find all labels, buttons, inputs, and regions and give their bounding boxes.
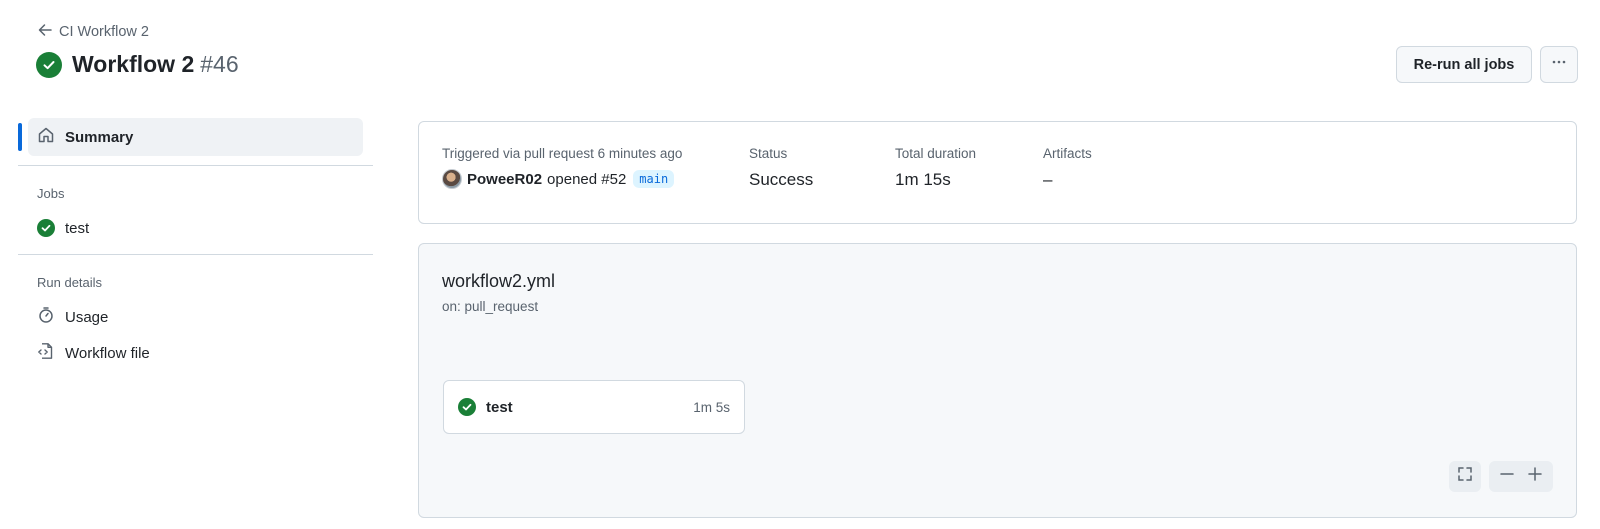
sidebar-item-label: Summary xyxy=(65,128,134,146)
check-circle-icon xyxy=(36,51,62,78)
back-link-label: CI Workflow 2 xyxy=(59,24,149,40)
workflow-graph: workflow2.yml on: pull_request test 1m 5… xyxy=(418,243,1577,518)
branch-badge[interactable]: main xyxy=(633,170,675,188)
duration-label: Total duration xyxy=(895,146,977,161)
page-title: Workflow 2 #46 xyxy=(72,51,239,78)
run-summary-card: Triggered via pull request 6 minutes ago… xyxy=(418,121,1577,224)
job-name: test xyxy=(486,398,513,416)
workflow-trigger: on: pull_request xyxy=(442,299,539,314)
sidebar-item-summary[interactable]: Summary xyxy=(18,118,363,156)
check-circle-icon xyxy=(37,219,55,237)
kebab-horizontal-icon xyxy=(1551,54,1567,75)
artifacts-label: Artifacts xyxy=(1043,146,1092,161)
more-options-button[interactable] xyxy=(1540,46,1578,83)
duration-column: Total duration 1m 15s xyxy=(895,146,976,190)
page-title-row: Workflow 2 #46 xyxy=(36,51,239,78)
trigger-label: Triggered via pull request 6 minutes ago xyxy=(442,146,683,161)
status-column: Status Success xyxy=(749,146,813,190)
fullscreen-icon xyxy=(1457,466,1473,487)
sidebar-item-label: Usage xyxy=(65,308,109,326)
fullscreen-button[interactable] xyxy=(1449,461,1481,492)
user-link[interactable]: PoweeR02 xyxy=(467,171,542,188)
rerun-all-jobs-button[interactable]: Re-run all jobs xyxy=(1396,46,1532,83)
stopwatch-icon xyxy=(37,306,55,328)
job-duration: 1m 5s xyxy=(693,399,730,415)
sidebar-item-label: Workflow file xyxy=(65,344,150,362)
status-label: Status xyxy=(749,146,788,161)
jobs-heading: Jobs xyxy=(37,186,65,201)
sidebar: Summary Jobs test Run details Usage Work… xyxy=(18,118,373,371)
workflow-title: Workflow 2 xyxy=(72,51,195,77)
divider xyxy=(18,254,373,255)
trigger-column: Triggered via pull request 6 minutes ago… xyxy=(442,146,682,189)
trigger-details: PoweeR02 opened #52 main xyxy=(442,169,682,189)
divider xyxy=(18,165,373,166)
home-icon xyxy=(37,126,55,148)
pull-request-link[interactable]: opened #52 xyxy=(547,171,626,188)
workflow-file-name: workflow2.yml xyxy=(442,271,556,291)
artifacts-column: Artifacts – xyxy=(1043,146,1092,190)
zoom-in-icon[interactable] xyxy=(1527,466,1543,487)
avatar[interactable] xyxy=(442,169,462,189)
check-circle-icon xyxy=(458,398,476,416)
sidebar-item-label: test xyxy=(65,219,90,237)
arrow-left-icon xyxy=(37,22,53,42)
zoom-out-icon[interactable] xyxy=(1499,466,1515,487)
status-value: Success xyxy=(749,170,814,189)
artifacts-value: – xyxy=(1043,170,1053,189)
duration-value: 1m 15s xyxy=(895,170,951,189)
run-details-heading: Run details xyxy=(37,275,103,290)
sidebar-item-usage[interactable]: Usage xyxy=(18,299,373,335)
sidebar-item-job-test[interactable]: test xyxy=(18,210,373,246)
back-link[interactable]: CI Workflow 2 xyxy=(37,22,149,42)
file-code-icon xyxy=(37,342,55,364)
job-node-test[interactable]: test 1m 5s xyxy=(443,380,745,434)
run-number: #46 xyxy=(200,51,239,77)
zoom-controls xyxy=(1489,461,1553,492)
sidebar-item-workflow-file[interactable]: Workflow file xyxy=(18,335,373,371)
